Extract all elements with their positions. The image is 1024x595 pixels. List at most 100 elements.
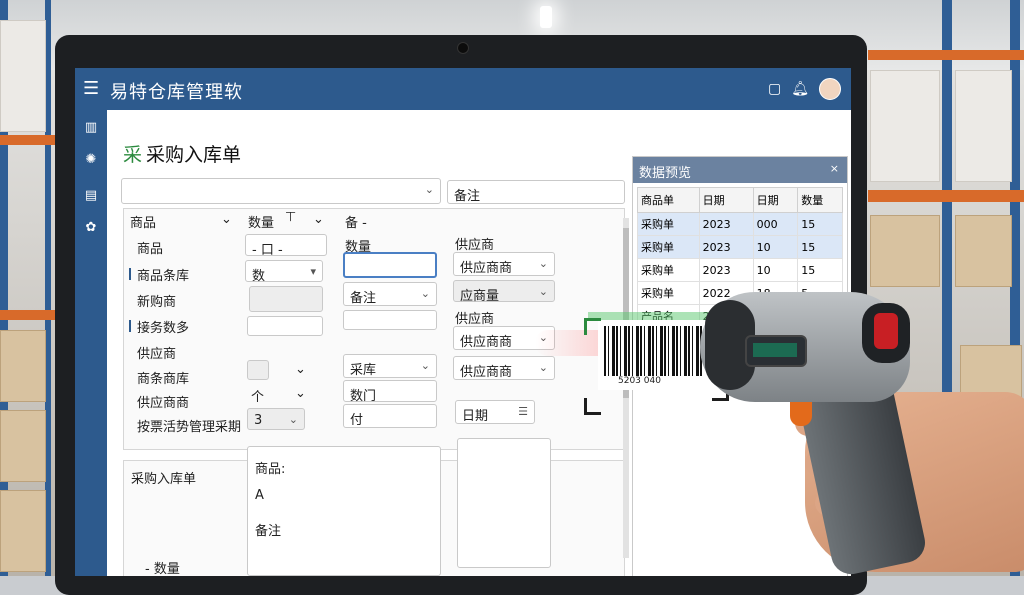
row-label: 按票活势管理采期 xyxy=(137,420,242,435)
chevron-down-icon[interactable]: ⌄ xyxy=(295,362,306,377)
table-cell: 15 xyxy=(797,258,843,282)
period-select[interactable]: 3 ⌄ xyxy=(247,408,305,430)
close-icon[interactable]: × xyxy=(830,162,839,175)
row-label: 新购商 xyxy=(137,295,177,310)
chevron-down-icon: ⌄ xyxy=(420,359,430,372)
scanner-button-housing xyxy=(862,303,910,363)
box xyxy=(0,490,46,572)
scanner-lcd xyxy=(753,343,797,357)
checkbox[interactable] xyxy=(247,360,269,380)
active-qty-input[interactable] xyxy=(343,252,437,278)
blank-field[interactable] xyxy=(343,310,437,330)
chevron-down-icon: ⌄ xyxy=(538,257,548,270)
table-cell: 15 xyxy=(797,235,843,259)
box xyxy=(955,70,1012,182)
box xyxy=(0,20,46,132)
col-header-qty: 数量 xyxy=(248,216,275,231)
table-cell: 采购单 xyxy=(637,212,700,236)
table-row[interactable]: 采购单 2023 10 15 xyxy=(637,258,843,282)
note-line: 商品: xyxy=(255,462,286,477)
doc-icon: 采 xyxy=(123,144,143,166)
rack-post xyxy=(942,0,952,420)
qty-select[interactable]: 数 ▾ xyxy=(245,260,323,284)
filter-icon[interactable]: ⊤ xyxy=(285,210,296,225)
column-header: 日期 xyxy=(698,187,754,213)
column-header: 数量 xyxy=(797,187,843,213)
row-label: 接务数多 xyxy=(137,321,190,336)
scanner-display xyxy=(745,335,807,367)
window-icon[interactable]: ▢ xyxy=(768,81,781,97)
preview-header: 数据预览 × xyxy=(633,157,847,183)
rack-beam xyxy=(0,310,55,320)
blank-field[interactable] xyxy=(247,316,323,336)
table-cell: 采购单 xyxy=(637,281,700,305)
box xyxy=(870,215,940,287)
chevron-down-icon[interactable]: ⌄ xyxy=(221,212,232,227)
row-label: 供应商 xyxy=(137,347,177,362)
mini-control[interactable]: - 口 - xyxy=(245,234,327,258)
table-cell: 2023 xyxy=(698,212,754,236)
gear-icon[interactable]: ✿ xyxy=(83,220,99,236)
row-marker xyxy=(129,268,131,280)
column-header: 商品单 xyxy=(637,187,700,213)
lower-label: 采购入库单 xyxy=(131,472,197,487)
notification-bell-icon[interactable]: 🔔︎ xyxy=(791,81,809,97)
payment-field[interactable]: 付 xyxy=(343,404,437,428)
user-avatar[interactable] xyxy=(819,78,841,100)
sun-icon[interactable]: ✺ xyxy=(83,152,99,168)
calendar-icon: ☰ xyxy=(518,405,528,418)
box xyxy=(0,330,46,402)
row-marker xyxy=(129,320,131,332)
supplier-label: 供应商 xyxy=(455,312,495,327)
sidebar: ▥ ✺ ▤ ✿ xyxy=(75,110,107,576)
scanner-red-button xyxy=(874,313,898,349)
row-label: 商品条库 xyxy=(137,269,190,284)
supplier-header: 供应商 xyxy=(455,238,495,253)
app-title: 易特仓库管理软 xyxy=(110,82,243,103)
webcam xyxy=(457,42,469,54)
scan-frame-corner xyxy=(584,398,601,415)
unit-field[interactable]: 数门 xyxy=(343,380,437,404)
footer-label: - 数量 xyxy=(145,562,180,576)
row-label: 供应商商 xyxy=(137,396,190,411)
box xyxy=(955,215,1012,287)
barcode-bars xyxy=(604,326,704,376)
col-header-product: 商品 xyxy=(130,216,157,231)
remark-select[interactable]: 备注 ⌄ xyxy=(343,282,437,306)
chevron-down-icon: ▾ xyxy=(310,265,316,278)
qty-input[interactable] xyxy=(249,286,323,312)
document-icon[interactable]: ▤ xyxy=(83,188,99,204)
preview-title: 数据预览 xyxy=(639,166,692,181)
supplier-select[interactable]: 供应商商 ⌄ xyxy=(453,252,555,276)
attachment-box[interactable] xyxy=(457,438,551,568)
top-select[interactable]: ⌄ xyxy=(121,178,441,204)
table-cell: 2023 xyxy=(698,258,754,282)
rack-beam xyxy=(868,190,1024,202)
table-cell: 10 xyxy=(752,258,799,282)
table-row[interactable]: 采购单 2023 000 15 xyxy=(637,212,843,236)
column-header: 日期 xyxy=(752,187,799,213)
table-cell: 采购单 xyxy=(637,258,700,282)
rack-beam xyxy=(868,50,1024,60)
page-title: 采采购入库单 xyxy=(123,144,242,166)
box xyxy=(0,410,46,482)
rack-beam xyxy=(0,135,55,145)
col-header-remark: 备 - xyxy=(345,216,367,231)
chart-icon[interactable]: ▥ xyxy=(83,120,99,136)
ceiling-light xyxy=(540,6,552,28)
barcode: 5203 040 xyxy=(598,320,710,390)
supplier-select-3[interactable]: 供应商商 ⌄ xyxy=(453,356,555,380)
table-row[interactable]: 采购单 2023 10 15 xyxy=(637,235,843,259)
supplier-qty-select[interactable]: 应商量 ⌄ xyxy=(453,280,555,304)
note-line: A xyxy=(255,488,264,503)
chevron-down-icon[interactable]: ⌄ xyxy=(295,386,306,401)
scan-frame-corner xyxy=(584,318,601,335)
warehouse-select[interactable]: 采库 ⌄ xyxy=(343,354,437,378)
remark-field[interactable]: 备注 xyxy=(447,180,625,204)
titlebar-actions: ▢ 🔔︎ xyxy=(768,78,841,100)
table-cell: 2023 xyxy=(698,235,754,259)
date-field[interactable]: 日期 ☰ xyxy=(455,400,535,424)
chevron-down-icon[interactable]: ⌄ xyxy=(313,212,324,227)
hamburger-menu-icon[interactable]: ☰ xyxy=(83,78,99,99)
row-label: 商品 xyxy=(137,242,164,257)
